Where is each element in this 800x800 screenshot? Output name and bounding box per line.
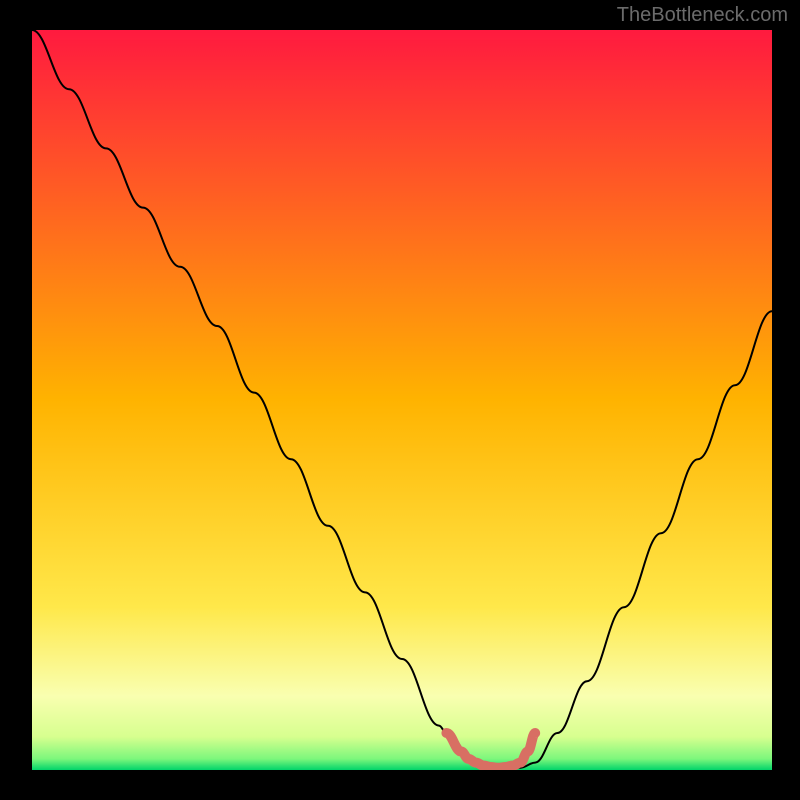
watermark: TheBottleneck.com bbox=[617, 4, 788, 27]
bottleneck-chart bbox=[0, 0, 800, 800]
